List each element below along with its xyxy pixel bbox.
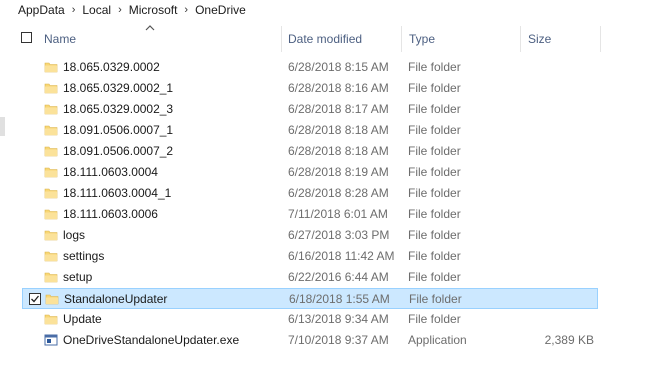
file-type: Application [408,333,467,347]
file-row[interactable]: setup 6/22/2016 6:44 AM File folder [22,267,598,288]
file-name: setup [63,270,93,284]
file-row[interactable]: 18.091.0506.0007_1 6/28/2018 8:18 AM File … [22,120,598,141]
file-row[interactable]: 18.065.0329.0002_1 6/28/2018 8:16 AM File … [22,78,598,99]
file-date-modified: 7/10/2018 9:37 AM [288,333,389,347]
column-divider[interactable] [520,26,521,52]
file-type: File folder [408,81,461,95]
file-row[interactable]: 18.111.0603.0004 6/28/2018 8:19 AM File fo… [22,162,598,183]
file-name: 18.065.0329.0002_3 [63,102,174,116]
folder-icon [44,102,58,116]
folder-icon [45,292,59,306]
file-date-modified: 6/28/2018 8:17 AM [288,102,389,116]
file-name: 18.111.0603.0006 [63,207,158,221]
column-header-size[interactable]: Size [528,32,551,46]
file-date-modified: 6/28/2018 8:15 AM [288,60,389,74]
breadcrumb-item-local[interactable]: Local [81,3,112,17]
file-type: File folder [408,270,461,284]
column-divider[interactable] [401,26,402,52]
breadcrumb-item-microsoft[interactable]: Microsoft [128,3,179,17]
file-name: 18.065.0329.0002 [63,60,160,74]
file-row[interactable]: settings 6/16/2018 11:42 AM File folder [22,246,598,267]
file-type: File folder [408,249,461,263]
column-header-name[interactable]: Name [44,32,76,46]
file-name: logs [63,228,86,242]
file-type: File folder [408,165,461,179]
file-size: 2,389 KB [544,333,594,347]
file-name: 18.111.0603.0004 [63,165,158,179]
file-date-modified: 6/22/2016 6:44 AM [288,270,389,284]
file-date-modified: 6/28/2018 8:18 AM [288,123,389,137]
file-type: File folder [408,123,461,137]
file-name: settings [63,249,105,263]
folder-icon [44,228,58,242]
breadcrumb: AppData › Local › Microsoft › OneDrive [0,0,655,20]
file-row[interactable]: OneDriveStandaloneUpdater.exe 7/10/2018 9… [22,330,598,351]
file-name: 18.091.0506.0007_1 [63,123,174,137]
column-divider[interactable] [600,26,601,52]
folder-icon [44,312,58,326]
folder-icon [44,207,58,221]
file-type: File folder [408,228,461,242]
file-name: 18.111.0603.0004_1 [63,186,172,200]
file-row[interactable]: 18.091.0506.0007_2 6/28/2018 8:18 AM File … [22,141,598,162]
file-type: File folder [408,312,461,326]
file-name: StandaloneUpdater [64,292,168,306]
column-header-row: Name Date modified Type Size [0,25,655,52]
file-row[interactable]: 18.111.0603.0006 7/11/2018 6:01 AM File fo… [22,204,598,225]
file-type: File folder [408,207,461,221]
pane-resize-handle[interactable] [0,117,5,136]
file-row[interactable]: logs 6/27/2018 3:03 PM File folder [22,225,598,246]
column-header-date-modified[interactable]: Date modified [288,32,362,46]
file-date-modified: 6/28/2018 8:28 AM [288,186,389,200]
file-date-modified: 7/11/2018 6:01 AM [288,207,388,221]
chevron-right-icon[interactable]: › [118,4,122,16]
folder-icon [44,249,58,263]
folder-icon [44,60,58,74]
file-name: Update [63,312,102,326]
file-name: OneDriveStandaloneUpdater.exe [63,333,240,347]
file-row[interactable]: 18.065.0329.0002_3 6/28/2018 8:17 AM File … [22,99,598,120]
file-date-modified: 6/27/2018 3:03 PM [288,228,390,242]
column-divider[interactable] [281,26,282,52]
file-type: File folder [409,292,462,306]
application-icon [44,333,58,347]
file-date-modified: 6/18/2018 1:55 AM [289,292,390,306]
folder-icon [44,81,58,95]
folder-icon [44,270,58,284]
column-header-type[interactable]: Type [409,32,435,46]
folder-icon [44,186,58,200]
file-type: File folder [408,186,461,200]
chevron-right-icon[interactable]: › [184,4,188,16]
select-all-checkbox[interactable] [21,32,32,43]
file-name: 18.091.0506.0007_2 [63,144,174,158]
file-row[interactable]: 18.065.0329.0002 6/28/2018 8:15 AM File fo… [22,57,598,78]
file-row[interactable]: Update 6/13/2018 9:34 AM File folder [22,309,598,330]
sort-ascending-icon [145,25,155,31]
file-row[interactable]: 18.111.0603.0004_1 6/28/2018 8:28 AM File … [22,183,598,204]
breadcrumb-item-onedrive[interactable]: OneDrive [194,3,247,17]
file-date-modified: 6/28/2018 8:19 AM [288,165,389,179]
file-date-modified: 6/28/2018 8:18 AM [288,144,389,158]
file-date-modified: 6/13/2018 9:34 AM [288,312,389,326]
file-name: 18.065.0329.0002_1 [63,81,174,95]
file-date-modified: 6/16/2018 11:42 AM [288,249,395,263]
breadcrumb-item-appdata[interactable]: AppData [17,3,66,17]
folder-icon [44,123,58,137]
file-type: File folder [408,144,461,158]
checkmark-icon [31,295,40,303]
chevron-right-icon[interactable]: › [72,4,76,16]
file-row[interactable]: StandaloneUpdater 6/18/2018 1:55 AM File f… [22,288,598,309]
folder-icon [44,144,58,158]
folder-icon [44,165,58,179]
file-date-modified: 6/28/2018 8:16 AM [288,81,389,95]
file-type: File folder [408,102,461,116]
file-type: File folder [408,60,461,74]
row-checkbox[interactable] [29,293,41,305]
